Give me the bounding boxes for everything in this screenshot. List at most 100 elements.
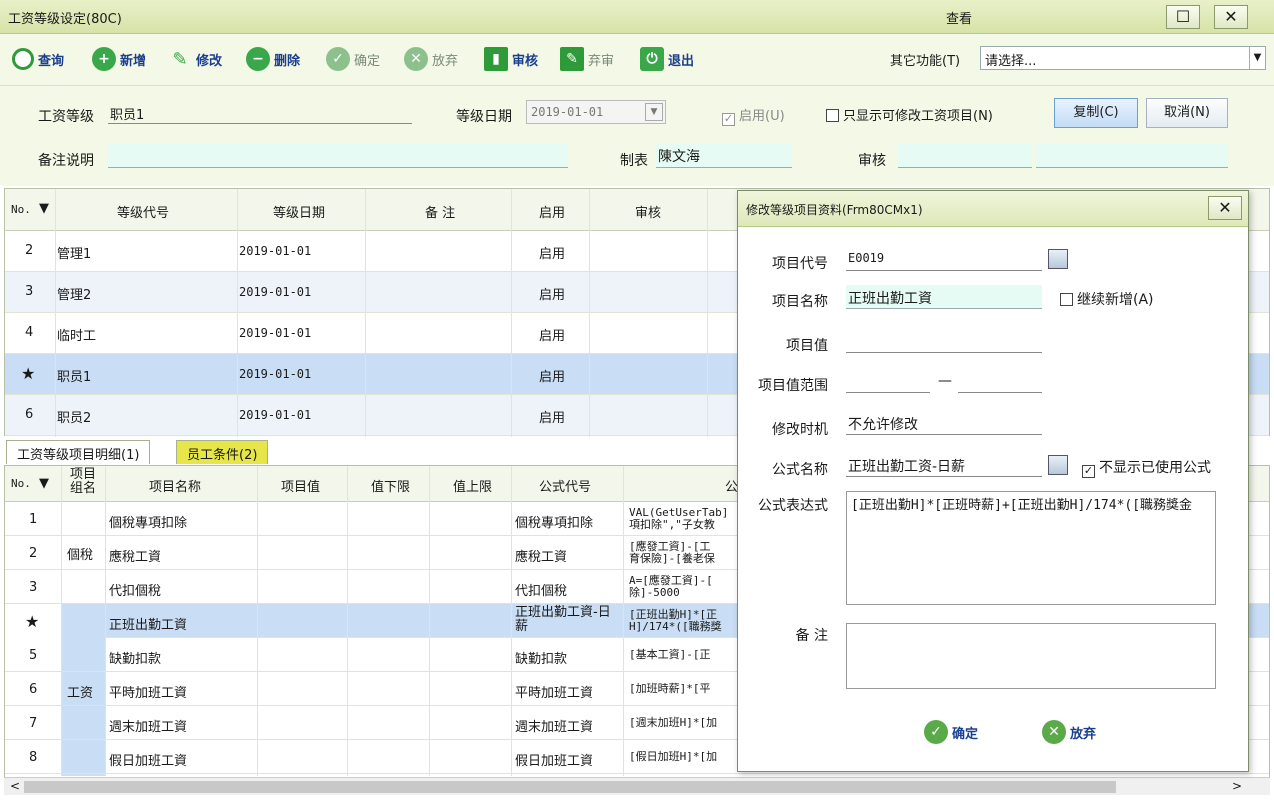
exit-button[interactable]: ⏻ 退出 [640, 46, 694, 72]
edit-doc-icon: ✎ [560, 47, 584, 71]
other-functions-select[interactable]: 请选择... ▼ [980, 46, 1266, 70]
hide-used-checkbox[interactable]: ✓ 不显示已使用公式 [1082, 457, 1211, 478]
scroll-left-icon[interactable]: < [10, 779, 20, 793]
header-note[interactable]: 备 注 [425, 202, 455, 221]
row-formula-line2: 項扣除","子女教 [629, 518, 715, 531]
header-value[interactable]: 项目值 [281, 476, 320, 495]
cancel-button[interactable]: 取消(N) [1146, 98, 1228, 128]
date-field[interactable]: 2019-01-01 ▼ [526, 100, 666, 124]
discard-button[interactable]: ✕ 放弃 [404, 46, 458, 72]
header-enable[interactable]: 启用 [539, 202, 565, 221]
expr-value: [正班出勤H]*[正班時薪]+[正班出勤H]/174*([職務獎金 [851, 498, 1193, 513]
header-group[interactable]: 项目组名 [65, 468, 101, 496]
filter-icon[interactable]: ▼ [39, 476, 49, 491]
row-date: 2019-01-01 [239, 326, 312, 340]
lookup-icon[interactable] [1048, 249, 1068, 269]
row-no: 2 [25, 243, 34, 258]
row-formula-code: 假日加班工資 [515, 754, 594, 769]
row-code: 职员2 [57, 411, 92, 426]
modify-field[interactable]: 不允许修改 [846, 411, 1042, 435]
row-formula-line1: VAL(GetUserTab] [629, 506, 729, 519]
maker-field: 陳文海 [656, 144, 792, 168]
current-row-star-icon: ★ [21, 364, 36, 383]
row-enable: 启用 [539, 288, 566, 303]
expr-textarea[interactable]: [正班出勤H]*[正班時薪]+[正班出勤H]/174*([職務獎金 [846, 491, 1216, 605]
header-formula-code[interactable]: 公式代号 [539, 476, 591, 495]
only-editable-label: 只显示可修改工资项目(N) [843, 109, 993, 124]
header-low[interactable]: 值下限 [371, 476, 410, 495]
close-button[interactable]: ✕ [1214, 5, 1248, 29]
filter-icon[interactable]: ▼ [39, 201, 49, 216]
row-date: 2019-01-01 [239, 408, 312, 422]
row-formula-line1: [週末加班H]*[加 [629, 716, 718, 729]
row-formula-line1: [應發工資]-[工 [629, 540, 711, 553]
audit-button[interactable]: ▮ 审核 [484, 46, 538, 72]
checkbox-icon [1060, 293, 1073, 306]
other-functions-label: 其它功能(T) [890, 54, 961, 69]
hide-used-label: 不显示已使用公式 [1099, 460, 1211, 476]
header-date[interactable]: 等级日期 [273, 202, 325, 221]
range-high-field[interactable] [958, 369, 1042, 393]
date-value: 2019-01-01 [531, 105, 604, 119]
edit-item-dialog: 修改等级项目资料(Frm80CMx1) ✕ 项目代号 E0019 项目名称 正班… [737, 190, 1249, 772]
only-editable-checkbox[interactable]: 只显示可修改工资项目(N) [826, 105, 993, 124]
scroll-right-icon[interactable]: > [1232, 779, 1242, 793]
tab-staff[interactable]: 员工条件(2) [176, 440, 269, 464]
name-field[interactable]: 正班出勤工資 [846, 285, 1042, 309]
divider [623, 466, 624, 776]
row-code: 管理2 [57, 288, 92, 303]
title-bar: 工资等级设定(80C) 查看 ☐ ✕ [0, 0, 1274, 34]
edit-button[interactable]: ✎ 修改 [168, 46, 222, 72]
range-low-field[interactable] [846, 369, 930, 393]
copy-button[interactable]: 复制(C) [1054, 98, 1138, 128]
add-button[interactable]: + 新增 [92, 46, 146, 72]
header-high[interactable]: 值上限 [453, 476, 492, 495]
confirm-button[interactable]: ✓ 确定 [326, 46, 380, 72]
header-name[interactable]: 项目名称 [149, 476, 201, 495]
code-field[interactable]: E0019 [846, 247, 1042, 271]
horizontal-scrollbar[interactable]: < > [4, 777, 1270, 795]
magnifier-icon [12, 48, 34, 70]
add-label: 新增 [120, 53, 147, 69]
lookup-icon[interactable] [1048, 455, 1068, 475]
dialog-ok-button[interactable]: ✓ 确定 [924, 719, 978, 745]
continue-add-checkbox[interactable]: 继续新增(A) [1060, 289, 1154, 309]
maximize-button[interactable]: ☐ [1166, 5, 1200, 29]
chevron-down-icon: ▼ [1249, 47, 1265, 69]
query-button[interactable]: 查询 [12, 46, 64, 72]
divider [589, 189, 590, 437]
header-code[interactable]: 等级代号 [117, 202, 169, 221]
unaudit-button[interactable]: ✎ 弃审 [560, 46, 614, 72]
row-formula-code: 正班出勤工資-日薪 [515, 605, 611, 634]
value-field[interactable] [846, 329, 1042, 353]
row-formula-line1: [加班時薪]*[平 [629, 682, 711, 695]
grade-field[interactable]: 职员1 [108, 100, 412, 124]
toolbar: 查询 + 新增 ✎ 修改 − 删除 ✓ 确定 ✕ 放弃 ▮ 审核 ✎ 弃审 ⏻ … [0, 34, 1274, 86]
expr-label: 公式表达式 [758, 498, 828, 514]
auditor-field [898, 144, 1032, 168]
header-audit[interactable]: 审核 [635, 202, 661, 221]
scrollbar-thumb[interactable] [24, 781, 1116, 793]
divider [237, 189, 238, 437]
divider [61, 466, 62, 776]
tab-detail[interactable]: 工资等级项目明细(1) [6, 440, 151, 464]
row-name: 正班出勤工資 [109, 618, 188, 633]
row-name: 個稅專項扣除 [109, 516, 188, 531]
audit-label: 审核 [512, 53, 539, 69]
delete-button[interactable]: − 删除 [246, 46, 300, 72]
continue-add-label: 继续新增(A) [1077, 292, 1154, 308]
row-name: 假日加班工資 [109, 754, 188, 769]
dialog-cancel-button[interactable]: ✕ 放弃 [1042, 719, 1096, 745]
row-name: 週末加班工資 [109, 720, 188, 735]
row-no: 5 [29, 648, 38, 663]
dialog-close-button[interactable]: ✕ [1208, 196, 1242, 220]
enable-checkbox[interactable]: ✓ 启用(U) [722, 105, 785, 126]
row-code: 管理1 [57, 247, 92, 262]
row-formula-line2: 除]-5000 [629, 586, 680, 599]
x-icon: ✕ [404, 47, 428, 71]
date-dropdown-icon: ▼ [645, 103, 663, 121]
formula-label: 公式名称 [772, 462, 828, 478]
formula-field[interactable]: 正班出勤工资-日薪 [846, 453, 1042, 477]
note-input[interactable] [108, 144, 568, 168]
dialog-note-textarea[interactable] [846, 623, 1216, 689]
